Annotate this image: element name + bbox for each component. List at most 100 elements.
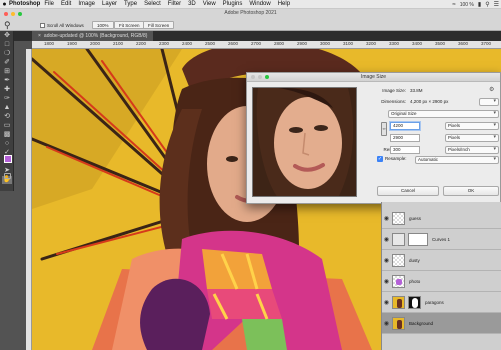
wifi-icon[interactable]: ≈: [452, 2, 455, 8]
layer-row[interactable]: ◉ guess: [382, 208, 501, 229]
visibility-eye-icon[interactable]: ◉: [382, 236, 391, 243]
control-center-icon[interactable]: ☰: [494, 1, 499, 8]
visibility-eye-icon[interactable]: ◉: [382, 257, 391, 264]
history-brush-tool-icon[interactable]: ⟲: [2, 113, 12, 121]
ruler-tick-label: 1900: [67, 41, 78, 46]
ruler-tick-label: 2200: [136, 41, 147, 46]
dodge-tool-icon[interactable]: ○: [2, 140, 12, 148]
dimensions-units-dropdown[interactable]: [479, 98, 499, 106]
menu-help[interactable]: Help: [278, 1, 290, 7]
layer-name[interactable]: paragons: [425, 300, 444, 305]
layer-mask-thumbnail[interactable]: [408, 295, 421, 309]
menu-3d[interactable]: 3D: [188, 1, 196, 7]
layer-name[interactable]: dusty: [409, 258, 420, 263]
apple-icon[interactable]: ●: [0, 1, 9, 8]
width-unit-dropdown[interactable]: Pixels: [445, 122, 499, 130]
options-bar: Adobe Photoshop 2021 ⚲ Scroll All Window…: [0, 9, 501, 31]
brush-tool-icon[interactable]: ✑: [2, 95, 12, 103]
menu-image[interactable]: Image: [78, 1, 95, 7]
quick-mask-icon[interactable]: [4, 173, 11, 179]
menu-file[interactable]: File: [44, 1, 54, 7]
ruler-tick-label: 3200: [366, 41, 377, 46]
layer-name[interactable]: Curves 1: [432, 237, 450, 242]
image-preview[interactable]: [252, 87, 357, 197]
eraser-tool-icon[interactable]: ▭: [2, 122, 12, 130]
visibility-eye-icon[interactable]: ◉: [382, 215, 391, 222]
spotlight-search-icon[interactable]: ⚲: [485, 1, 489, 8]
ok-button[interactable]: OK: [443, 186, 499, 196]
menu-view[interactable]: View: [203, 1, 216, 7]
resolution-unit-dropdown[interactable]: Pixels/Inch: [445, 146, 499, 154]
fit-screen-button[interactable]: Fit Screen: [114, 21, 145, 29]
app-title: Adobe Photoshop 2021: [224, 10, 277, 16]
ruler-tick-label: 3300: [389, 41, 400, 46]
clone-stamp-tool-icon[interactable]: ▲: [2, 104, 12, 112]
zoom-100-button[interactable]: 100%: [92, 21, 114, 29]
healing-brush-tool-icon[interactable]: ✚: [2, 86, 12, 94]
layer-row[interactable]: ◉ Background: [382, 313, 501, 334]
height-unit-dropdown[interactable]: Pixels: [445, 134, 499, 142]
resample-label: Resample:: [385, 156, 407, 161]
tools-panel: ✥ □ ❍ ✐ ⊞ ✒ ✚ ✑ ▲ ⟲ ▭ ▩ ○ ✓ T ➤ ✋: [0, 31, 16, 191]
layers-panel: ◉ guess ◉ Curves 1 ◉ dusty ◉ photo ◉ par…: [381, 202, 501, 350]
dialog-titlebar[interactable]: Image Size: [247, 73, 500, 82]
battery-icon[interactable]: ▮: [478, 1, 481, 8]
layer-thumbnail: [392, 253, 405, 267]
layer-thumbnail: [392, 316, 405, 330]
menu-layer[interactable]: Layer: [102, 1, 117, 7]
document-tab[interactable]: × adobe-updated @ 100% (Background, RGB/8…: [32, 31, 154, 41]
ruler-tick-label: 2600: [228, 41, 239, 46]
document-tab-bar: × adobe-updated @ 100% (Background, RGB/8…: [14, 31, 501, 41]
ruler-tick-label: 2100: [113, 41, 124, 46]
marquee-tool-icon[interactable]: □: [2, 41, 12, 49]
ruler-tick-label: 2300: [159, 41, 170, 46]
layer-name[interactable]: Background: [409, 321, 433, 326]
gradient-tool-icon[interactable]: ▩: [2, 131, 12, 139]
layer-row[interactable]: ◉ photo: [382, 271, 501, 292]
ruler-tick-label: 3000: [320, 41, 331, 46]
eyedropper-tool-icon[interactable]: ✒: [2, 77, 12, 85]
resample-dropdown[interactable]: Automatic: [415, 156, 499, 164]
layer-name[interactable]: guess: [409, 216, 421, 221]
tab-close-icon[interactable]: ×: [38, 33, 41, 39]
dimensions-value: 4,200 px × 2900 px: [410, 99, 449, 104]
height-input[interactable]: 2900: [390, 134, 420, 142]
visibility-eye-icon[interactable]: ◉: [382, 278, 391, 285]
resolution-input[interactable]: 300: [390, 146, 420, 154]
scroll-all-windows-checkbox[interactable]: Scroll All Windows: [40, 23, 84, 28]
menu-app-name[interactable]: Photoshop: [9, 1, 40, 7]
crop-tool-icon[interactable]: ⊞: [2, 68, 12, 76]
visibility-eye-icon[interactable]: ◉: [382, 299, 391, 306]
zoom-tool-icon[interactable]: ⚲: [4, 20, 11, 31]
ruler-tick-label: 2400: [182, 41, 193, 46]
move-tool-icon[interactable]: ✥: [2, 32, 12, 40]
menu-filter[interactable]: Filter: [168, 1, 181, 7]
settings-gear-icon[interactable]: ⚙: [489, 86, 494, 93]
fill-screen-button[interactable]: Fill Screen: [143, 21, 175, 29]
menu-edit[interactable]: Edit: [61, 1, 71, 7]
cancel-button[interactable]: Cancel: [377, 186, 439, 196]
width-input[interactable]: 4200: [390, 122, 420, 130]
menu-plugins[interactable]: Plugins: [223, 1, 243, 7]
menu-window[interactable]: Window: [249, 1, 270, 7]
image-size-label: Image Size:: [382, 88, 406, 93]
lasso-tool-icon[interactable]: ❍: [2, 50, 12, 58]
resample-checkbox[interactable]: ✓: [377, 156, 383, 162]
layer-row[interactable]: ◉ Curves 1: [382, 229, 501, 250]
fit-to-dropdown[interactable]: Original Size: [388, 110, 499, 118]
menu-select[interactable]: Select: [144, 1, 161, 7]
ruler-tick-label: 3400: [412, 41, 423, 46]
layer-name[interactable]: photo: [409, 279, 420, 284]
layer-thumbnail: [392, 274, 405, 288]
menu-type[interactable]: Type: [124, 1, 137, 7]
visibility-eye-icon[interactable]: ◉: [382, 320, 391, 327]
quick-select-tool-icon[interactable]: ✐: [2, 59, 12, 67]
layer-row[interactable]: ◉ dusty: [382, 250, 501, 271]
dialog-title: Image Size: [360, 74, 386, 80]
foreground-color-swatch[interactable]: [4, 155, 12, 163]
layer-row[interactable]: ◉ paragons: [382, 292, 501, 313]
layer-mask-thumbnail[interactable]: [408, 232, 428, 246]
layer-thumbnail: [392, 211, 405, 225]
ruler-tick-label: 2000: [90, 41, 101, 46]
ruler-tick-label: 1800: [44, 41, 55, 46]
